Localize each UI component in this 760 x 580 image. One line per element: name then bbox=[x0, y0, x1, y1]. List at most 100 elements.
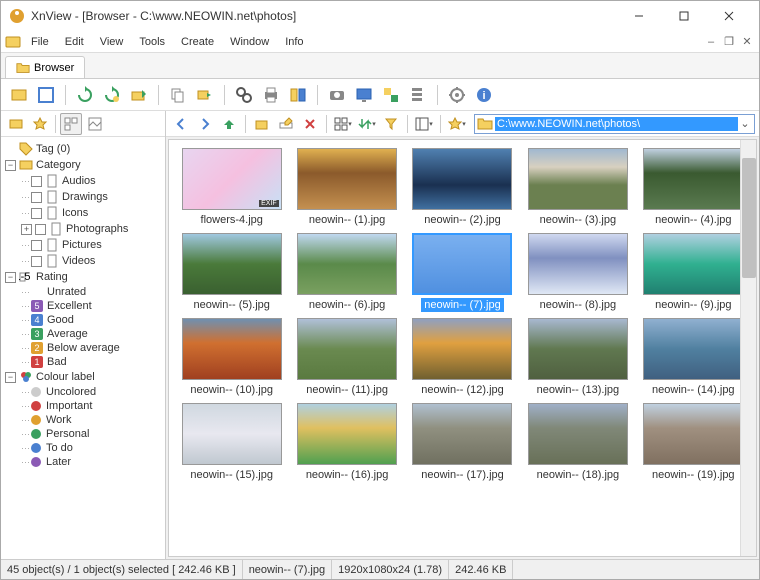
rename-button[interactable] bbox=[275, 113, 297, 135]
thumbnail-image[interactable] bbox=[297, 318, 397, 380]
mdi-restore-button[interactable]: ❐ bbox=[721, 34, 737, 50]
tree-rating[interactable]: − 1-5 Rating bbox=[3, 269, 163, 285]
checkbox[interactable] bbox=[35, 224, 46, 235]
thumbnail[interactable]: neowin-- (8).jpg bbox=[523, 233, 632, 312]
layout-button[interactable]: ▾ bbox=[413, 113, 435, 135]
thumbnail-image[interactable] bbox=[643, 233, 743, 295]
address-bar[interactable]: C:\www.NEOWIN.net\photos\ ⌄ bbox=[474, 114, 755, 134]
thumbnail[interactable]: neowin-- (16).jpg bbox=[292, 403, 401, 482]
up-button[interactable] bbox=[218, 113, 240, 135]
thumbnail[interactable]: neowin-- (18).jpg bbox=[523, 403, 632, 482]
back-button[interactable] bbox=[170, 113, 192, 135]
tree-category-pictures[interactable]: ⋯Pictures bbox=[3, 237, 163, 253]
sidebar-categories-button[interactable] bbox=[60, 113, 82, 135]
compare-button[interactable] bbox=[286, 83, 310, 107]
forward-button[interactable] bbox=[194, 113, 216, 135]
minimize-button[interactable] bbox=[616, 1, 661, 31]
thumbnail-image[interactable] bbox=[297, 148, 397, 210]
checkbox[interactable] bbox=[31, 208, 42, 219]
maximize-button[interactable] bbox=[661, 1, 706, 31]
thumbnail[interactable]: neowin-- (6).jpg bbox=[292, 233, 401, 312]
search-button[interactable] bbox=[232, 83, 256, 107]
sidebar-favorites-button[interactable] bbox=[29, 113, 51, 135]
print-button[interactable] bbox=[259, 83, 283, 107]
close-button[interactable] bbox=[706, 1, 751, 31]
favorite-button[interactable]: ▾ bbox=[446, 113, 468, 135]
address-text[interactable]: C:\www.NEOWIN.net\photos\ bbox=[495, 117, 738, 131]
thumbnail-image[interactable] bbox=[528, 318, 628, 380]
thumbnail-image[interactable] bbox=[182, 403, 282, 465]
thumbnail[interactable]: neowin-- (19).jpg bbox=[639, 403, 748, 482]
tree-rating-good[interactable]: ⋯4Good bbox=[3, 313, 163, 327]
refresh-sub-button[interactable] bbox=[100, 83, 124, 107]
mdi-close-button[interactable]: ✕ bbox=[739, 34, 755, 50]
checkbox[interactable] bbox=[31, 176, 42, 187]
checkbox[interactable] bbox=[31, 192, 42, 203]
thumbnail[interactable]: EXIFflowers-4.jpg bbox=[177, 148, 286, 227]
scrollbar-thumb[interactable] bbox=[742, 158, 756, 278]
menu-info[interactable]: Info bbox=[277, 34, 311, 50]
fullscreen-button[interactable] bbox=[34, 83, 58, 107]
checkbox[interactable] bbox=[31, 256, 42, 267]
thumbnail[interactable]: neowin-- (10).jpg bbox=[177, 318, 286, 397]
thumbnail[interactable]: neowin-- (14).jpg bbox=[639, 318, 748, 397]
tree-category[interactable]: − Category bbox=[3, 157, 163, 173]
thumbnail-image[interactable] bbox=[412, 318, 512, 380]
menu-file[interactable]: File bbox=[23, 34, 57, 50]
thumbnail-image[interactable] bbox=[643, 403, 743, 465]
export-button[interactable] bbox=[127, 83, 151, 107]
thumbnail-image[interactable] bbox=[412, 403, 512, 465]
settings-button[interactable] bbox=[445, 83, 469, 107]
thumbnail[interactable]: neowin-- (9).jpg bbox=[639, 233, 748, 312]
slideshow-button[interactable] bbox=[352, 83, 376, 107]
sidebar-preview-button[interactable] bbox=[84, 113, 106, 135]
menu-view[interactable]: View bbox=[92, 34, 132, 50]
collapse-icon[interactable]: − bbox=[5, 272, 16, 283]
thumbnail[interactable]: neowin-- (11).jpg bbox=[292, 318, 401, 397]
tree-rating-average[interactable]: ⋯3Average bbox=[3, 327, 163, 341]
tree-rating-unrated[interactable]: ⋯Unrated bbox=[3, 285, 163, 299]
tree-colour-to-do[interactable]: ⋯To do bbox=[3, 441, 163, 455]
thumbnail-image[interactable] bbox=[528, 148, 628, 210]
thumbnail[interactable]: neowin-- (13).jpg bbox=[523, 318, 632, 397]
collapse-icon[interactable]: − bbox=[5, 160, 16, 171]
menu-window[interactable]: Window bbox=[222, 34, 277, 50]
collapse-icon[interactable]: − bbox=[5, 372, 16, 383]
delete-button[interactable] bbox=[299, 113, 321, 135]
address-dropdown[interactable]: ⌄ bbox=[738, 117, 752, 130]
thumbnail[interactable]: neowin-- (4).jpg bbox=[639, 148, 748, 227]
thumbnail-image[interactable] bbox=[643, 318, 743, 380]
copy-button[interactable] bbox=[166, 83, 190, 107]
thumbnail-image[interactable] bbox=[412, 233, 512, 295]
tab-browser[interactable]: Browser bbox=[5, 56, 85, 78]
tree-colour-personal[interactable]: ⋯Personal bbox=[3, 427, 163, 441]
thumbnail[interactable]: neowin-- (2).jpg bbox=[408, 148, 517, 227]
thumbnail[interactable]: neowin-- (3).jpg bbox=[523, 148, 632, 227]
tree-colour-later[interactable]: ⋯Later bbox=[3, 455, 163, 469]
open-button[interactable] bbox=[7, 83, 31, 107]
thumbnail-image[interactable] bbox=[182, 233, 282, 295]
thumbnail-image[interactable]: EXIF bbox=[182, 148, 282, 210]
acquire-button[interactable] bbox=[325, 83, 349, 107]
tree-category-drawings[interactable]: ⋯Drawings bbox=[3, 189, 163, 205]
tree-tag[interactable]: Tag (0) bbox=[3, 141, 163, 157]
thumbnail[interactable]: neowin-- (12).jpg bbox=[408, 318, 517, 397]
tree-colour-work[interactable]: ⋯Work bbox=[3, 413, 163, 427]
expand-icon[interactable]: + bbox=[21, 224, 32, 235]
vertical-scrollbar[interactable] bbox=[740, 140, 756, 556]
about-button[interactable]: i bbox=[472, 83, 496, 107]
thumbnail[interactable]: neowin-- (1).jpg bbox=[292, 148, 401, 227]
thumbnail[interactable]: neowin-- (17).jpg bbox=[408, 403, 517, 482]
thumbnail[interactable]: neowin-- (7).jpg bbox=[408, 233, 517, 312]
menu-tools[interactable]: Tools bbox=[131, 34, 173, 50]
tree-category-photographs[interactable]: +Photographs bbox=[3, 221, 163, 237]
thumbnail-image[interactable] bbox=[528, 233, 628, 295]
view-mode-button[interactable]: ▾ bbox=[332, 113, 354, 135]
tree-rating-excellent[interactable]: ⋯5Excellent bbox=[3, 299, 163, 313]
category-tree[interactable]: Tag (0) − Category ⋯Audios⋯Drawings⋯Icon… bbox=[1, 137, 165, 559]
thumbnail-image[interactable] bbox=[412, 148, 512, 210]
move-button[interactable] bbox=[193, 83, 217, 107]
tree-category-icons[interactable]: ⋯Icons bbox=[3, 205, 163, 221]
tree-rating-bad[interactable]: ⋯1Bad bbox=[3, 355, 163, 369]
thumbnail-image[interactable] bbox=[182, 318, 282, 380]
